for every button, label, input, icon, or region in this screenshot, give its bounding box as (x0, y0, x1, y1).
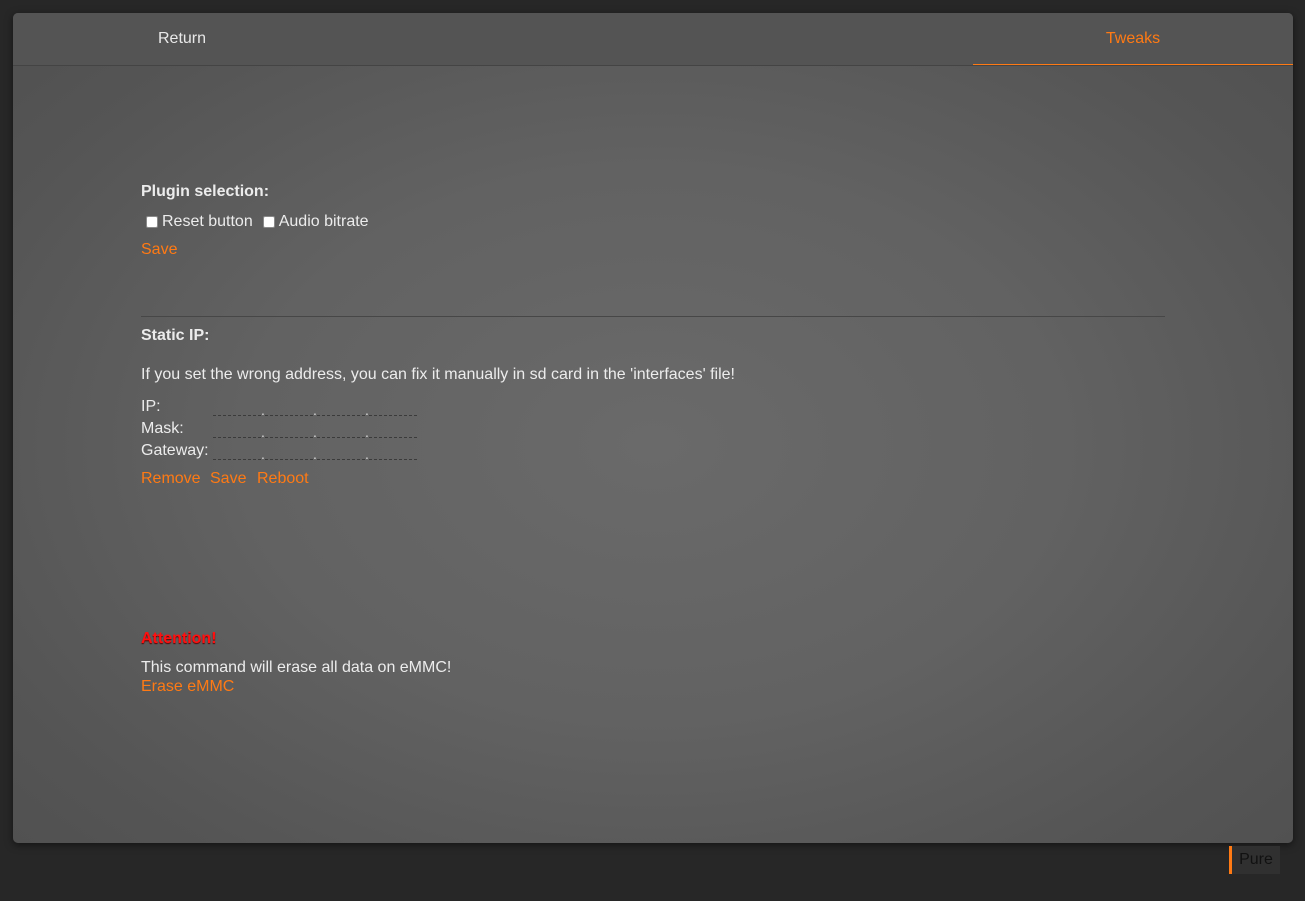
reboot-button[interactable]: Reboot (257, 470, 309, 488)
ip-octet-3[interactable] (317, 398, 365, 416)
mask-octet-1[interactable] (213, 420, 261, 438)
save-ip-button[interactable]: Save (210, 470, 246, 488)
tab-bar: Return Tweaks (13, 13, 1293, 66)
plugin-selection-title: Plugin selection: (141, 183, 270, 200)
reset-button-checkbox[interactable] (146, 216, 158, 228)
theme-selector[interactable]: Pure (1229, 846, 1280, 874)
audio-bitrate-checkbox[interactable] (262, 216, 275, 228)
mask-octet-4[interactable] (369, 420, 417, 438)
remove-ip-button[interactable]: Remove (141, 470, 201, 488)
gateway-octet-4[interactable] (369, 442, 417, 460)
plugin-save-button[interactable]: Save (141, 241, 177, 259)
erase-emmc-button[interactable]: Erase eMMC (141, 678, 234, 696)
mask-octet-2[interactable] (265, 420, 313, 438)
gateway-octet-2[interactable] (265, 442, 313, 460)
audio-bitrate-label: Audio bitrate (278, 213, 369, 230)
mask-label: Mask: (141, 420, 184, 437)
tab-tweaks[interactable]: Tweaks (973, 13, 1293, 65)
mask-row: Mask: . . . (141, 416, 417, 439)
ip-octet-4[interactable] (369, 398, 417, 416)
ip-row: IP: . . . (141, 394, 417, 417)
section-divider (141, 316, 1165, 317)
ip-octet-1[interactable] (213, 398, 261, 416)
ip-octet-2[interactable] (265, 398, 313, 416)
main-panel: Return Tweaks Plugin selection: Reset bu… (13, 13, 1293, 843)
ip-label: IP: (141, 398, 161, 415)
static-ip-note: If you set the wrong address, you can fi… (141, 366, 735, 383)
static-ip-title: Static IP: (141, 327, 210, 344)
attention-heading: Attention! (141, 630, 217, 647)
gateway-row: Gateway: . . . (141, 438, 417, 461)
gateway-label: Gateway: (141, 442, 209, 459)
erase-warning-text: This command will erase all data on eMMC… (141, 659, 452, 676)
plugin-options: Reset button Audio bitrate (141, 212, 374, 232)
gateway-octet-3[interactable] (317, 442, 365, 460)
reset-button-label: Reset button (162, 213, 253, 230)
tab-return[interactable]: Return (158, 13, 206, 64)
gateway-octet-1[interactable] (213, 442, 261, 460)
mask-octet-3[interactable] (317, 420, 365, 438)
